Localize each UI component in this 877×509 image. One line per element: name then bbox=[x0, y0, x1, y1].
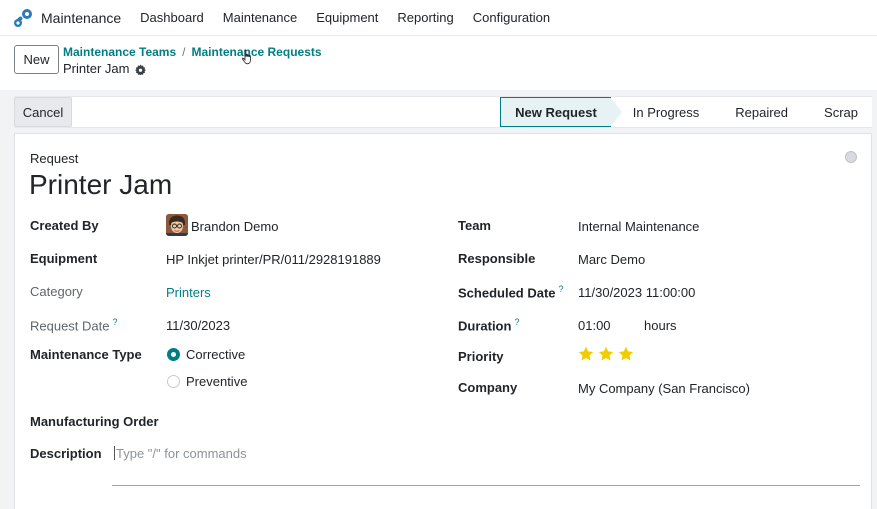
stage-scrap[interactable]: Scrap bbox=[802, 97, 872, 127]
breadcrumb-separator: / bbox=[182, 45, 186, 59]
scheduled-date-label-text: Scheduled Date bbox=[458, 285, 556, 301]
radio-corrective[interactable] bbox=[167, 348, 180, 361]
main-menu: Dashboard Maintenance Equipment Reportin… bbox=[140, 10, 569, 25]
priority-stars bbox=[578, 346, 638, 362]
stage-new-request[interactable]: New Request bbox=[500, 97, 623, 127]
equipment-label: Equipment bbox=[30, 251, 98, 266]
status-bar: Cancel New Request In Progress Repaired … bbox=[14, 96, 872, 128]
new-button[interactable]: New bbox=[14, 45, 59, 74]
app-name[interactable]: Maintenance bbox=[41, 10, 121, 26]
menu-equipment[interactable]: Equipment bbox=[316, 10, 378, 25]
kanban-state-indicator[interactable] bbox=[845, 151, 857, 163]
breadcrumb: Maintenance Teams / Maintenance Requests bbox=[63, 45, 322, 59]
duration-label: Duration? bbox=[458, 317, 519, 333]
breadcrumb-current-record: Printer Jam bbox=[63, 61, 147, 76]
request-title-field[interactable]: Printer Jam bbox=[29, 169, 172, 201]
team-value[interactable]: Internal Maintenance bbox=[578, 219, 699, 234]
created-by-value[interactable]: Brandon Demo bbox=[191, 219, 278, 234]
help-icon[interactable]: ? bbox=[514, 317, 519, 327]
star-icon[interactable] bbox=[618, 346, 634, 362]
request-date-label: Request Date? bbox=[30, 317, 118, 333]
priority-label: Priority bbox=[458, 349, 504, 364]
cancel-button[interactable]: Cancel bbox=[14, 97, 72, 127]
description-editor[interactable]: Type "/" for commands bbox=[112, 446, 860, 486]
record-name: Printer Jam bbox=[63, 61, 130, 76]
request-date-label-text: Request Date bbox=[30, 318, 110, 334]
category-value[interactable]: Printers bbox=[166, 285, 211, 300]
company-label: Company bbox=[458, 380, 518, 395]
top-navbar: Maintenance Dashboard Maintenance Equipm… bbox=[0, 0, 877, 36]
maintenance-type-label: Maintenance Type bbox=[30, 347, 142, 362]
breadcrumb-maintenance-requests[interactable]: Maintenance Requests bbox=[192, 45, 322, 59]
scheduled-date-label: Scheduled Date? bbox=[458, 284, 564, 300]
star-icon[interactable] bbox=[578, 346, 594, 362]
control-panel: New Maintenance Teams / Maintenance Reques… bbox=[0, 36, 877, 90]
responsible-label: Responsible bbox=[458, 251, 536, 266]
created-by-label: Created By bbox=[30, 218, 99, 233]
stage-pipeline: New Request In Progress Repaired Scrap bbox=[500, 97, 872, 127]
help-icon[interactable]: ? bbox=[559, 284, 564, 294]
equipment-value[interactable]: HP Inkjet printer/PR/011/2928191889 bbox=[166, 252, 381, 267]
menu-configuration[interactable]: Configuration bbox=[473, 10, 550, 25]
stage-repaired[interactable]: Repaired bbox=[713, 97, 803, 127]
radio-corrective-label[interactable]: Corrective bbox=[186, 347, 245, 362]
avatar bbox=[166, 214, 188, 236]
form-sheet: Request Printer Jam Created By Brandon D… bbox=[14, 133, 872, 509]
request-label: Request bbox=[30, 151, 79, 166]
menu-dashboard[interactable]: Dashboard bbox=[140, 10, 204, 25]
team-label: Team bbox=[458, 218, 491, 233]
duration-value[interactable]: 01:00 bbox=[578, 318, 611, 333]
hand-cursor-icon bbox=[241, 49, 254, 65]
help-icon[interactable]: ? bbox=[113, 317, 118, 327]
description-label: Description bbox=[30, 446, 102, 461]
duration-unit: hours bbox=[644, 318, 677, 333]
text-caret bbox=[114, 446, 115, 460]
responsible-value[interactable]: Marc Demo bbox=[578, 252, 645, 267]
company-value[interactable]: My Company (San Francisco) bbox=[578, 381, 750, 396]
breadcrumb-maintenance-teams[interactable]: Maintenance Teams bbox=[63, 45, 176, 59]
manufacturing-order-label: Manufacturing Order bbox=[30, 414, 159, 429]
scheduled-date-value[interactable]: 11/30/2023 11:00:00 bbox=[578, 285, 695, 300]
category-label: Category bbox=[30, 284, 83, 299]
request-date-value[interactable]: 11/30/2023 bbox=[166, 318, 230, 333]
menu-maintenance[interactable]: Maintenance bbox=[223, 10, 297, 25]
description-placeholder: Type "/" for commands bbox=[116, 446, 247, 461]
duration-label-text: Duration bbox=[458, 318, 512, 334]
radio-preventive[interactable] bbox=[167, 375, 180, 388]
radio-preventive-label[interactable]: Preventive bbox=[186, 374, 247, 389]
maintenance-app-icon[interactable] bbox=[12, 7, 34, 29]
stage-in-progress[interactable]: In Progress bbox=[610, 97, 714, 127]
star-icon[interactable] bbox=[598, 346, 614, 362]
menu-reporting[interactable]: Reporting bbox=[397, 10, 453, 25]
gear-icon[interactable] bbox=[135, 63, 147, 76]
